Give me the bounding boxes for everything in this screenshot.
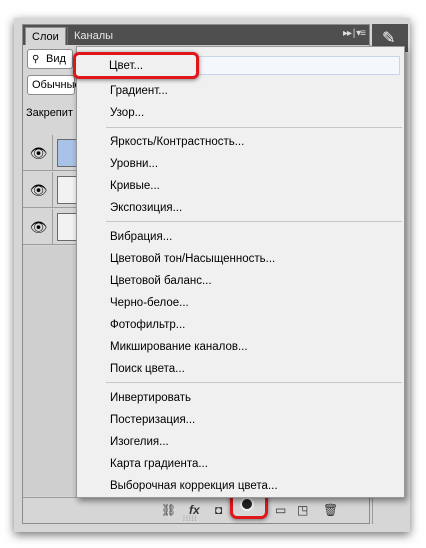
eye-icon[interactable]: 👁	[25, 209, 53, 245]
kind-filter-label: Вид	[46, 53, 66, 65]
menu-item-gradient[interactable]: Градиент...	[110, 80, 168, 102]
trash-icon[interactable]: 🗑	[323, 503, 338, 517]
search-icon: ⚲	[32, 54, 40, 65]
link-icon[interactable]: ⛓	[161, 503, 176, 517]
menu-item-curves[interactable]: Кривые...	[110, 175, 160, 197]
blend-mode-select[interactable]: Обычные	[27, 75, 81, 95]
new-group-icon[interactable]: ▭	[275, 503, 286, 517]
lock-label: Закрепит	[26, 107, 73, 119]
menu-item-threshold[interactable]: Изогелия...	[110, 431, 169, 453]
tab-channels[interactable]: Каналы	[67, 27, 119, 45]
kind-filter-select[interactable]: ⚲ Вид	[27, 49, 73, 69]
menu-item-posterize[interactable]: Постеризация...	[110, 409, 195, 431]
panel-tabbar: Слои Каналы ▸▸ | ▾≡	[23, 25, 369, 45]
menu-separator	[106, 382, 402, 383]
mask-icon[interactable]: ◘	[215, 503, 222, 517]
eye-icon[interactable]: 👁	[25, 172, 53, 208]
menu-item-levels[interactable]: Уровни...	[110, 153, 158, 175]
menu-item-solid-color[interactable]: Цвет...	[109, 55, 143, 77]
eye-icon[interactable]: 👁	[25, 135, 53, 171]
menu-item-color-balance[interactable]: Цветовой баланс...	[110, 270, 212, 292]
menu-item-black-white[interactable]: Черно-белое...	[110, 292, 189, 314]
menu-item-pattern[interactable]: Узор...	[110, 102, 144, 124]
resize-grip-icon[interactable]: ⁞⁞⁞⁞⁞	[183, 516, 198, 523]
tab-layers[interactable]: Слои	[25, 27, 66, 45]
menu-item-vibrance[interactable]: Вибрация...	[110, 226, 172, 248]
pen-path-icon[interactable]: ✎	[382, 28, 395, 48]
menu-item-hue-saturation[interactable]: Цветовой тон/Насыщенность...	[110, 248, 275, 270]
menu-item-photo-filter[interactable]: Фотофильтр...	[110, 314, 185, 336]
menu-item-selective-color[interactable]: Выборочная коррекция цвета...	[110, 475, 278, 497]
menu-separator	[106, 127, 402, 128]
adjustment-menu: Градиент... Узор... Яркость/Контрастност…	[76, 46, 405, 498]
panel-bottom-bar: ⛓ fx ◘ ▭ ◳ 🗑 ⁞⁞⁞⁞⁞	[23, 497, 369, 523]
menu-item-exposure[interactable]: Экспозиция...	[110, 197, 182, 219]
panel-menu-icon[interactable]: ▸▸ | ▾≡	[343, 28, 366, 39]
menu-item-gradient-map[interactable]: Карта градиента...	[110, 453, 208, 475]
menu-separator	[106, 221, 402, 222]
new-layer-icon[interactable]: ◳	[297, 503, 308, 517]
menu-item-color-lookup[interactable]: Поиск цвета...	[110, 358, 185, 380]
adjustment-circle-icon[interactable]	[240, 497, 254, 511]
menu-item-brightness-contrast[interactable]: Яркость/Контрастность...	[110, 131, 244, 153]
menu-item-channel-mixer[interactable]: Микширование каналов...	[110, 336, 248, 358]
menu-item-invert[interactable]: Инвертировать	[110, 387, 191, 409]
fx-button[interactable]: fx	[189, 503, 200, 517]
